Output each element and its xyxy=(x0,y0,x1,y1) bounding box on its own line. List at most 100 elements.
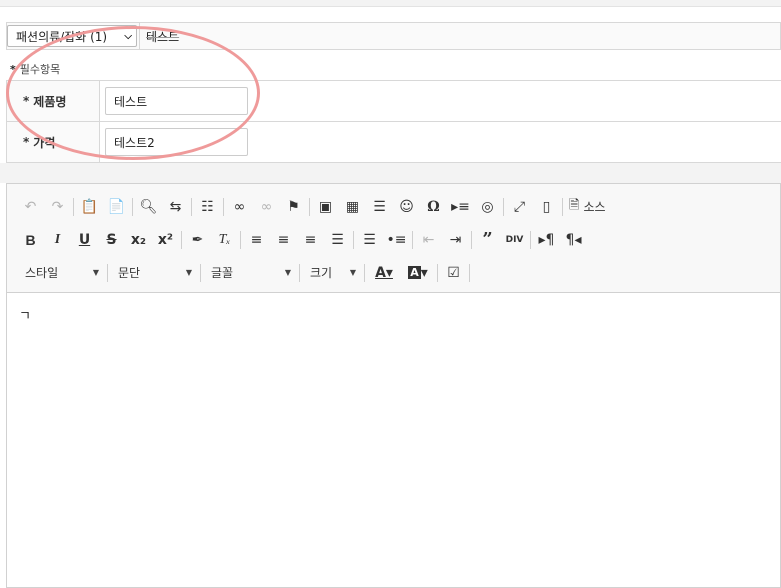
toolbar-separator xyxy=(437,263,438,282)
maximize-icon[interactable]: ⤢ xyxy=(506,194,533,220)
toolbar-separator xyxy=(223,197,224,216)
toolbar-separator xyxy=(240,230,241,249)
copy-format-brush-icon[interactable]: ✒ xyxy=(184,227,211,253)
category-select-value: 패션의류/잡화 (1) xyxy=(16,29,108,44)
toolbar-separator xyxy=(200,263,201,282)
indent-icon[interactable]: ⇥ xyxy=(442,227,469,253)
align-justify-icon[interactable]: ☰ xyxy=(324,227,351,253)
redo-icon[interactable]: ↷ xyxy=(44,194,71,220)
blockquote-icon[interactable]: ” xyxy=(474,227,501,253)
rich-text-editor: ↶ ↷ 📋 📄 🔍︎ ⇆ ☷ ∞ ∞ ⚑ ▣ ▦ ☰ ☺ Ω ▸≡ ◎ ⤢ ▯ xyxy=(6,183,781,588)
superscript-icon[interactable]: x² xyxy=(152,227,179,253)
style-combo[interactable]: 스타일 ▼ xyxy=(17,261,105,285)
background-color-icon[interactable]: A ▾ xyxy=(401,260,435,286)
editor-toolbar: ↶ ↷ 📋 📄 🔍︎ ⇆ ☷ ∞ ∞ ⚑ ▣ ▦ ☰ ☺ Ω ▸≡ ◎ ⤢ ▯ xyxy=(7,184,780,293)
table-icon[interactable]: ▦ xyxy=(339,194,366,220)
product-form: * 제품명 테스트 * 가격 테스트2 xyxy=(6,80,781,163)
unlink-icon[interactable]: ∞ xyxy=(253,194,280,220)
find-icon[interactable]: 🔍︎ xyxy=(135,194,162,220)
price-value: 테스트2 xyxy=(114,135,155,150)
paste-from-word-icon[interactable]: 📄 xyxy=(103,194,130,220)
toolbar-row-2: B I U S x₂ x² ✒ Tₓ ≡ ≡ ≡ ☰ ☰ •≡ ⇤ ⇥ ” DI… xyxy=(17,223,780,256)
horizontal-line-icon[interactable]: ☰ xyxy=(366,194,393,220)
toolbar-separator xyxy=(353,230,354,249)
numbered-list-icon[interactable]: ☰ xyxy=(356,227,383,253)
required-star: * xyxy=(10,63,16,76)
subscript-icon[interactable]: x₂ xyxy=(125,227,152,253)
form-row-price: * 가격 테스트2 xyxy=(6,122,781,163)
paste-icon[interactable]: 📋 xyxy=(76,194,103,220)
required-note: * 필수항목 xyxy=(10,61,60,77)
caret-down-icon: ▼ xyxy=(92,268,99,277)
text-color-icon[interactable]: A▾ xyxy=(367,260,401,286)
strikethrough-icon[interactable]: S xyxy=(98,227,125,253)
section-gap xyxy=(0,163,781,183)
product-name-value: 테스트 xyxy=(114,94,148,109)
size-combo-label: 크기 xyxy=(310,266,333,280)
form-label-price: * 가격 xyxy=(6,122,100,162)
show-blocks-icon[interactable]: ▯ xyxy=(533,194,560,220)
italic-icon[interactable]: I xyxy=(44,227,71,253)
toolbar-separator xyxy=(73,197,74,216)
bulleted-list-icon[interactable]: •≡ xyxy=(383,227,410,253)
top-strip xyxy=(0,0,781,7)
toolbar-row-3: 스타일 ▼ 문단 ▼ 글꼴 ▼ 크기 ▼ A▾ A ▾ ☑ xyxy=(17,256,780,289)
toolbar-separator xyxy=(503,197,504,216)
outdent-icon[interactable]: ⇤ xyxy=(415,227,442,253)
toolbar-separator xyxy=(364,263,365,282)
link-icon[interactable]: ∞ xyxy=(226,194,253,220)
align-center-icon[interactable]: ≡ xyxy=(270,227,297,253)
size-combo[interactable]: 크기 ▼ xyxy=(302,261,362,285)
product-name-label: 제품명 xyxy=(33,94,67,109)
source-button[interactable]: 🗎 소스 xyxy=(565,194,610,220)
toolbar-separator xyxy=(530,230,531,249)
divider xyxy=(139,23,140,49)
form-field-product-name: 테스트 xyxy=(100,81,781,121)
toolbar-separator xyxy=(471,230,472,249)
image-icon[interactable]: ▣ xyxy=(312,194,339,220)
smiley-icon[interactable]: ☺ xyxy=(393,194,420,220)
paragraph-combo[interactable]: 문단 ▼ xyxy=(110,261,198,285)
chevron-down-icon: ⌵ xyxy=(124,30,132,42)
required-star: * xyxy=(23,135,30,149)
toolbar-row-1: ↶ ↷ 📋 📄 🔍︎ ⇆ ☷ ∞ ∞ ⚑ ▣ ▦ ☰ ☺ Ω ▸≡ ◎ ⤢ ▯ xyxy=(17,190,780,223)
iframe-globe-icon[interactable]: ◎ xyxy=(474,194,501,220)
product-name-input[interactable]: 테스트 xyxy=(105,87,248,115)
remove-format-icon[interactable]: Tₓ xyxy=(211,227,238,253)
form-label-product-name: * 제품명 xyxy=(6,81,100,121)
toolbar-separator xyxy=(412,230,413,249)
replace-icon[interactable]: ⇆ xyxy=(162,194,189,220)
text-direction-rtl-icon[interactable]: ¶◂ xyxy=(560,227,587,253)
font-combo-label: 글꼴 xyxy=(211,266,234,280)
toolbar-separator xyxy=(181,230,182,249)
select-all-icon[interactable]: ☷ xyxy=(194,194,221,220)
source-icon: 🗎 xyxy=(569,197,580,213)
editor-content-area[interactable]: ㄱ xyxy=(7,293,780,588)
checkbox-icon[interactable]: ☑ xyxy=(440,260,467,286)
align-left-icon[interactable]: ≡ xyxy=(243,227,270,253)
anchor-flag-icon[interactable]: ⚑ xyxy=(280,194,307,220)
undo-icon[interactable]: ↶ xyxy=(17,194,44,220)
page-break-icon[interactable]: ▸≡ xyxy=(447,194,474,220)
bold-icon[interactable]: B xyxy=(17,227,44,253)
toolbar-separator xyxy=(309,197,310,216)
text-direction-ltr-icon[interactable]: ▸¶ xyxy=(533,227,560,253)
form-row-product-name: * 제품명 테스트 xyxy=(6,81,781,122)
special-char-icon[interactable]: Ω xyxy=(420,194,447,220)
font-combo[interactable]: 글꼴 ▼ xyxy=(203,261,297,285)
form-field-price: 테스트2 xyxy=(100,122,781,162)
price-input[interactable]: 테스트2 xyxy=(105,128,248,156)
toolbar-separator xyxy=(469,263,470,282)
category-value: 테스트 xyxy=(146,29,180,44)
toolbar-separator xyxy=(299,263,300,282)
paragraph-combo-label: 문단 xyxy=(118,266,141,280)
underline-icon[interactable]: U xyxy=(71,227,98,253)
caret-down-icon: ▼ xyxy=(349,268,356,277)
create-div-icon[interactable]: DIV xyxy=(501,227,528,253)
source-label: 소스 xyxy=(583,200,606,214)
align-right-icon[interactable]: ≡ xyxy=(297,227,324,253)
toolbar-separator xyxy=(191,197,192,216)
toolbar-separator xyxy=(562,197,563,216)
price-label: 가격 xyxy=(33,135,56,150)
category-select[interactable]: 패션의류/잡화 (1) ⌵ xyxy=(7,25,137,47)
